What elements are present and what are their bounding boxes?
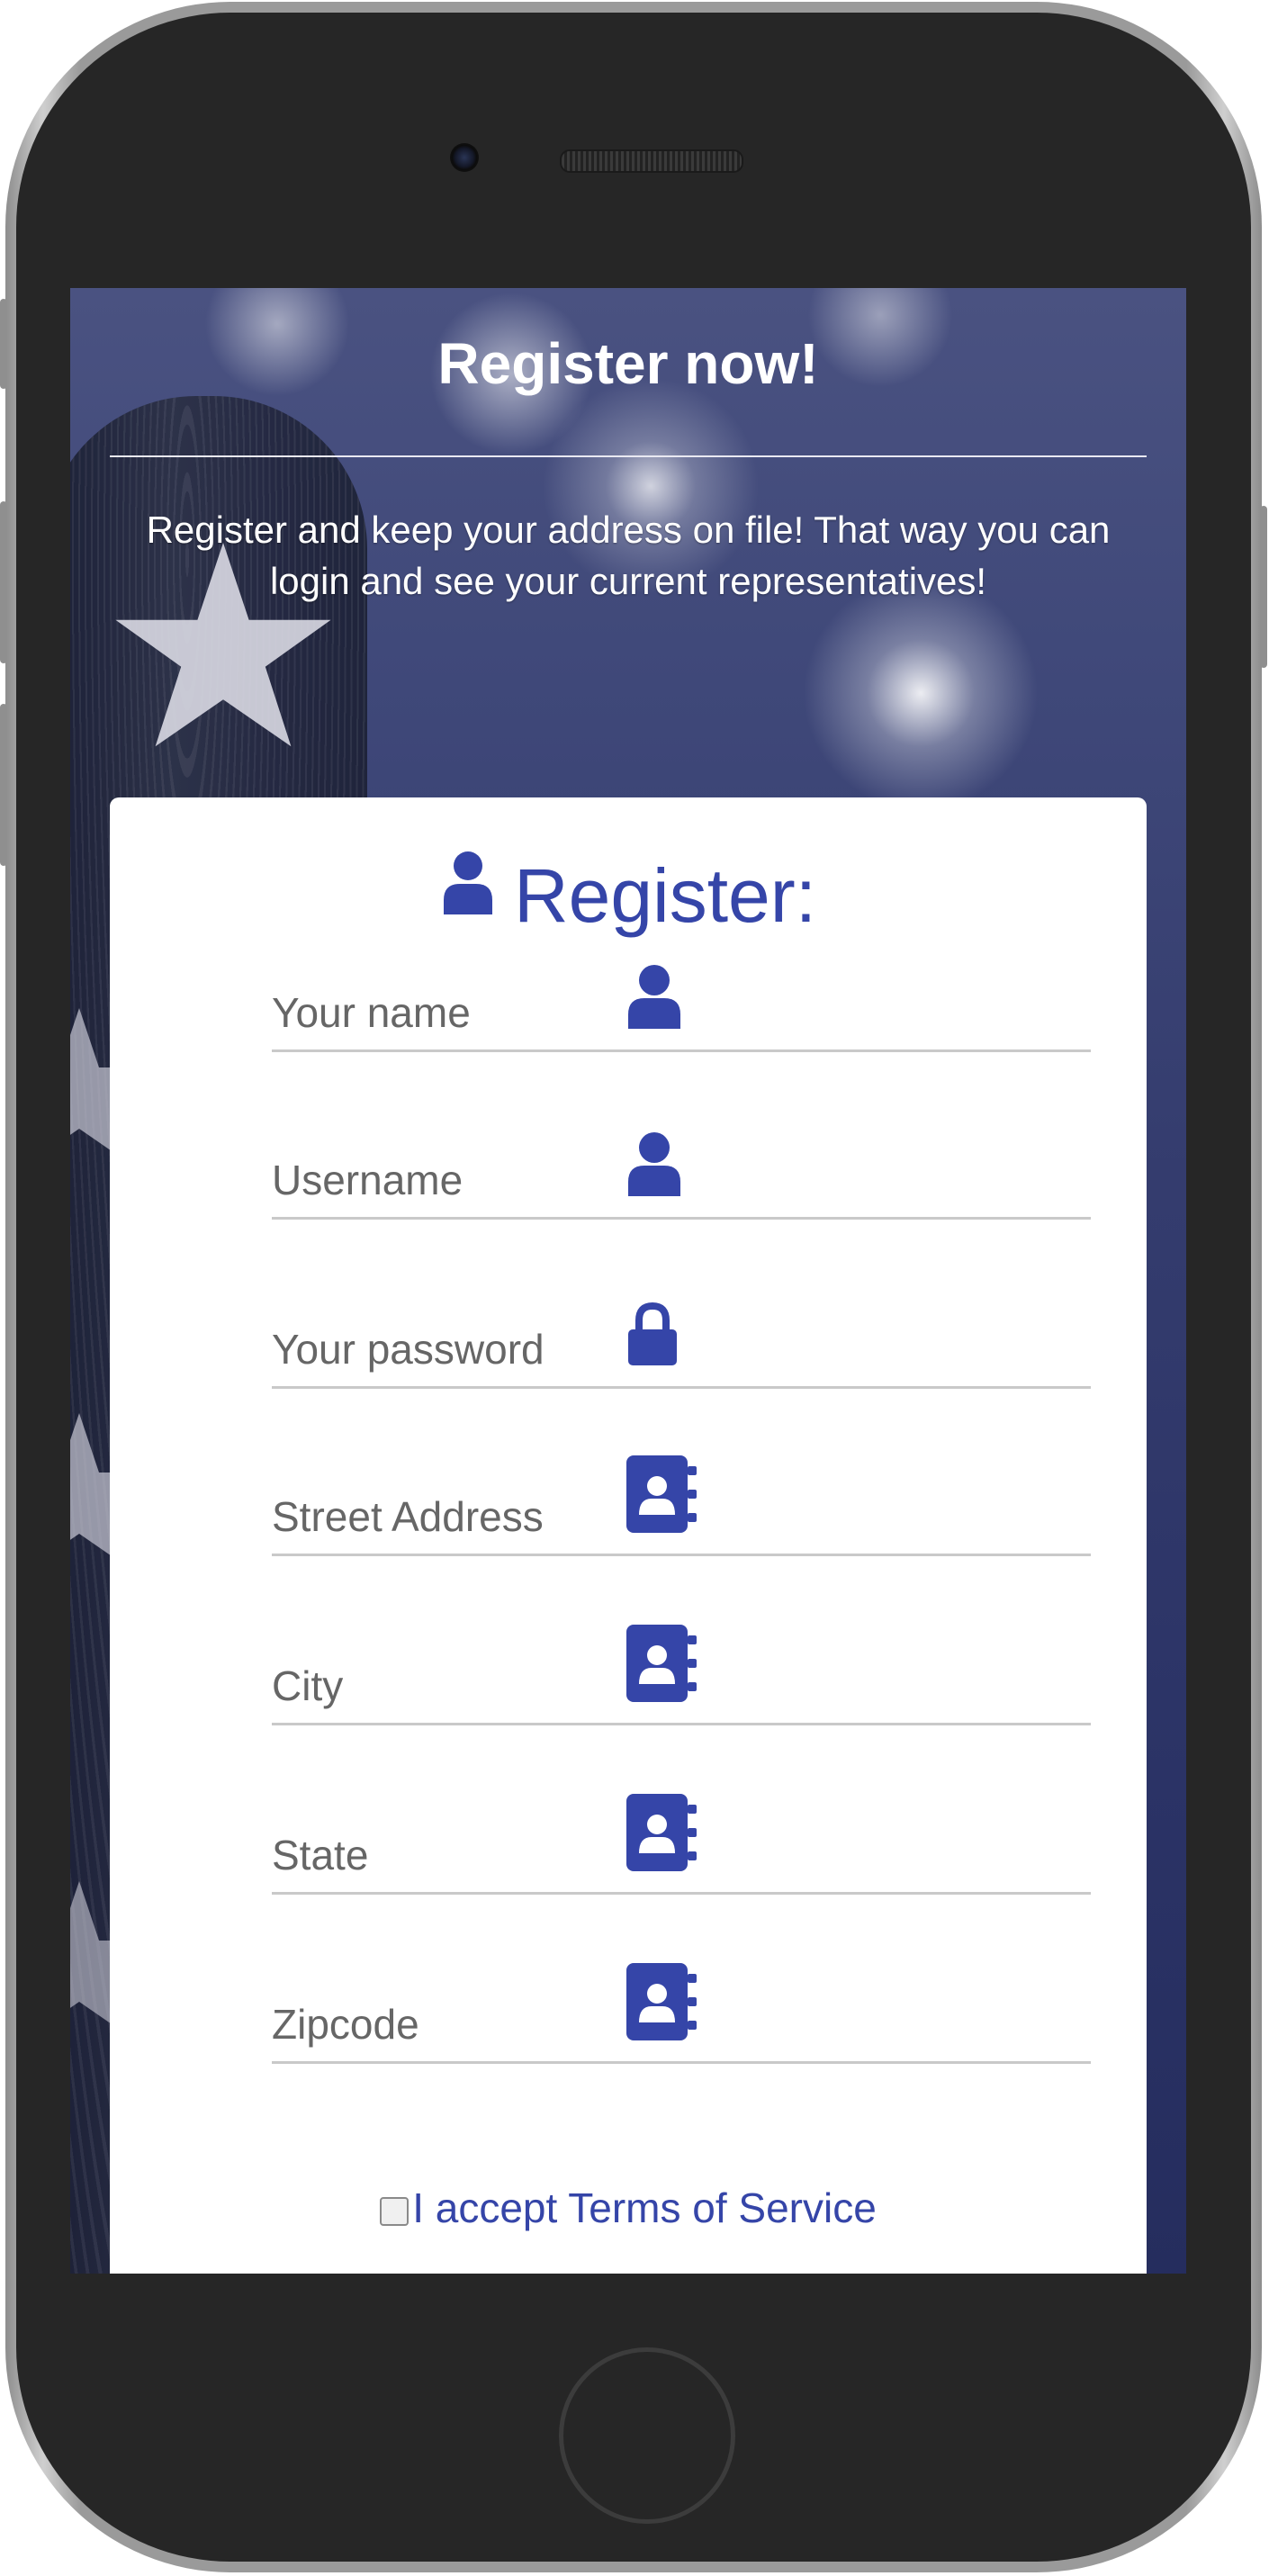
tos-checkbox[interactable] bbox=[380, 2196, 410, 2226]
zipcode-field[interactable]: Zipcode bbox=[272, 1962, 1091, 2064]
screen: Register now! Register and keep your add… bbox=[70, 288, 1186, 2274]
terms-of-service: I accept Terms of Service bbox=[110, 2184, 1147, 2232]
field-label: Zipcode bbox=[272, 2001, 419, 2048]
power-button bbox=[1260, 506, 1267, 668]
field-label: Your password bbox=[272, 1326, 544, 1373]
home-button[interactable] bbox=[559, 2347, 735, 2524]
register-card: Register: Your name Username Your passwo… bbox=[110, 797, 1147, 2274]
hero-divider bbox=[110, 455, 1147, 457]
tos-link[interactable]: I accept Terms of Service bbox=[412, 2184, 877, 2231]
earpiece-speaker bbox=[560, 149, 743, 173]
hero-subtitle: Register and keep your address on file! … bbox=[146, 509, 1111, 602]
field-label: Street Address bbox=[272, 1493, 544, 1540]
user-icon bbox=[440, 850, 496, 926]
state-field[interactable]: State bbox=[272, 1793, 1091, 1895]
hero-title: Register now! bbox=[437, 331, 819, 396]
name-field[interactable]: Your name bbox=[272, 950, 1091, 1052]
city-field[interactable]: City bbox=[272, 1624, 1091, 1725]
address-book-icon bbox=[626, 1963, 698, 2045]
user-icon bbox=[626, 1131, 682, 1201]
user-icon bbox=[626, 964, 682, 1033]
field-label: State bbox=[272, 1832, 369, 1878]
username-field[interactable]: Username bbox=[272, 1118, 1091, 1220]
volume-down-button bbox=[0, 704, 7, 866]
address-book-icon bbox=[626, 1794, 698, 1876]
card-title-label: Register: bbox=[513, 852, 817, 938]
field-label: Your name bbox=[272, 989, 471, 1036]
lock-icon bbox=[626, 1302, 679, 1370]
mute-switch bbox=[0, 299, 7, 389]
password-field[interactable]: Your password bbox=[272, 1287, 1091, 1389]
field-label: Username bbox=[272, 1157, 464, 1203]
address-book-icon bbox=[626, 1625, 698, 1707]
street-address-field[interactable]: Street Address bbox=[272, 1455, 1091, 1556]
field-label: City bbox=[272, 1662, 344, 1709]
address-book-icon bbox=[626, 1455, 698, 1537]
volume-up-button bbox=[0, 501, 7, 663]
card-title: Register: bbox=[110, 851, 1147, 933]
front-camera bbox=[450, 143, 479, 172]
